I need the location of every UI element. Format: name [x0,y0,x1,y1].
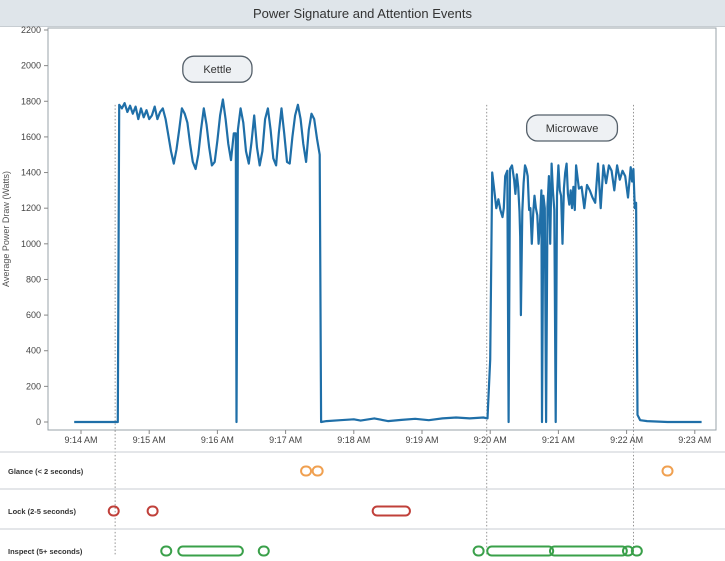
x-tick-label: 9:19 AM [405,435,438,445]
event-mark [146,505,159,517]
x-tick-label: 9:18 AM [337,435,370,445]
event-mark [548,545,628,557]
x-tick-label: 9:20 AM [474,435,507,445]
lane-label: Lock (2-5 seconds) [8,507,76,516]
x-tick-label: 9:14 AM [64,435,97,445]
event-mark [300,465,313,477]
chart-svg: 0 200 400 600 800 1000 1200 1400 1600 1800 2000 220… [0,25,725,557]
y-tick-label: 400 [26,346,41,356]
event-mark [311,465,324,477]
event-mark [107,505,120,517]
y-tick-label: 2200 [21,25,41,35]
y-tick-label: 1400 [21,168,41,178]
x-tick-label: 9:22 AM [610,435,643,445]
x-tick-label: 9:21 AM [542,435,575,445]
y-axis-label: Average Power Draw (Watts) [1,171,11,287]
y-tick-label: 1200 [21,203,41,213]
series-line [74,98,702,424]
x-tick-label: 9:17 AM [269,435,302,445]
event-mark [160,545,173,557]
event-mark [177,545,244,557]
y-tick-label: 1600 [21,132,41,142]
x-tick-label: 9:23 AM [678,435,711,445]
event-mark [661,465,674,477]
x-tick-label: 9:15 AM [133,435,166,445]
event-mark [486,545,555,557]
annotation-label: Kettle [203,64,231,76]
y-tick-label: 200 [26,381,41,391]
y-tick-label: 1000 [21,239,41,249]
plot-frame [47,27,717,431]
y-tick-label: 0 [36,417,41,427]
y-tick-label: 1800 [21,96,41,106]
y-tick-label: 2000 [21,61,41,71]
annotation-label: Microwave [546,123,599,135]
event-mark [257,545,270,557]
y-tick-label: 800 [26,274,41,284]
x-tick-label: 9:16 AM [201,435,234,445]
chart-root: Power Signature and Attention Events 0 20… [0,0,725,561]
y-tick-label: 600 [26,310,41,320]
lane-label: Glance (< 2 seconds) [8,467,84,476]
event-mark [371,505,411,517]
lane-label: Inspect (5+ seconds) [8,547,83,556]
event-mark [472,545,485,557]
